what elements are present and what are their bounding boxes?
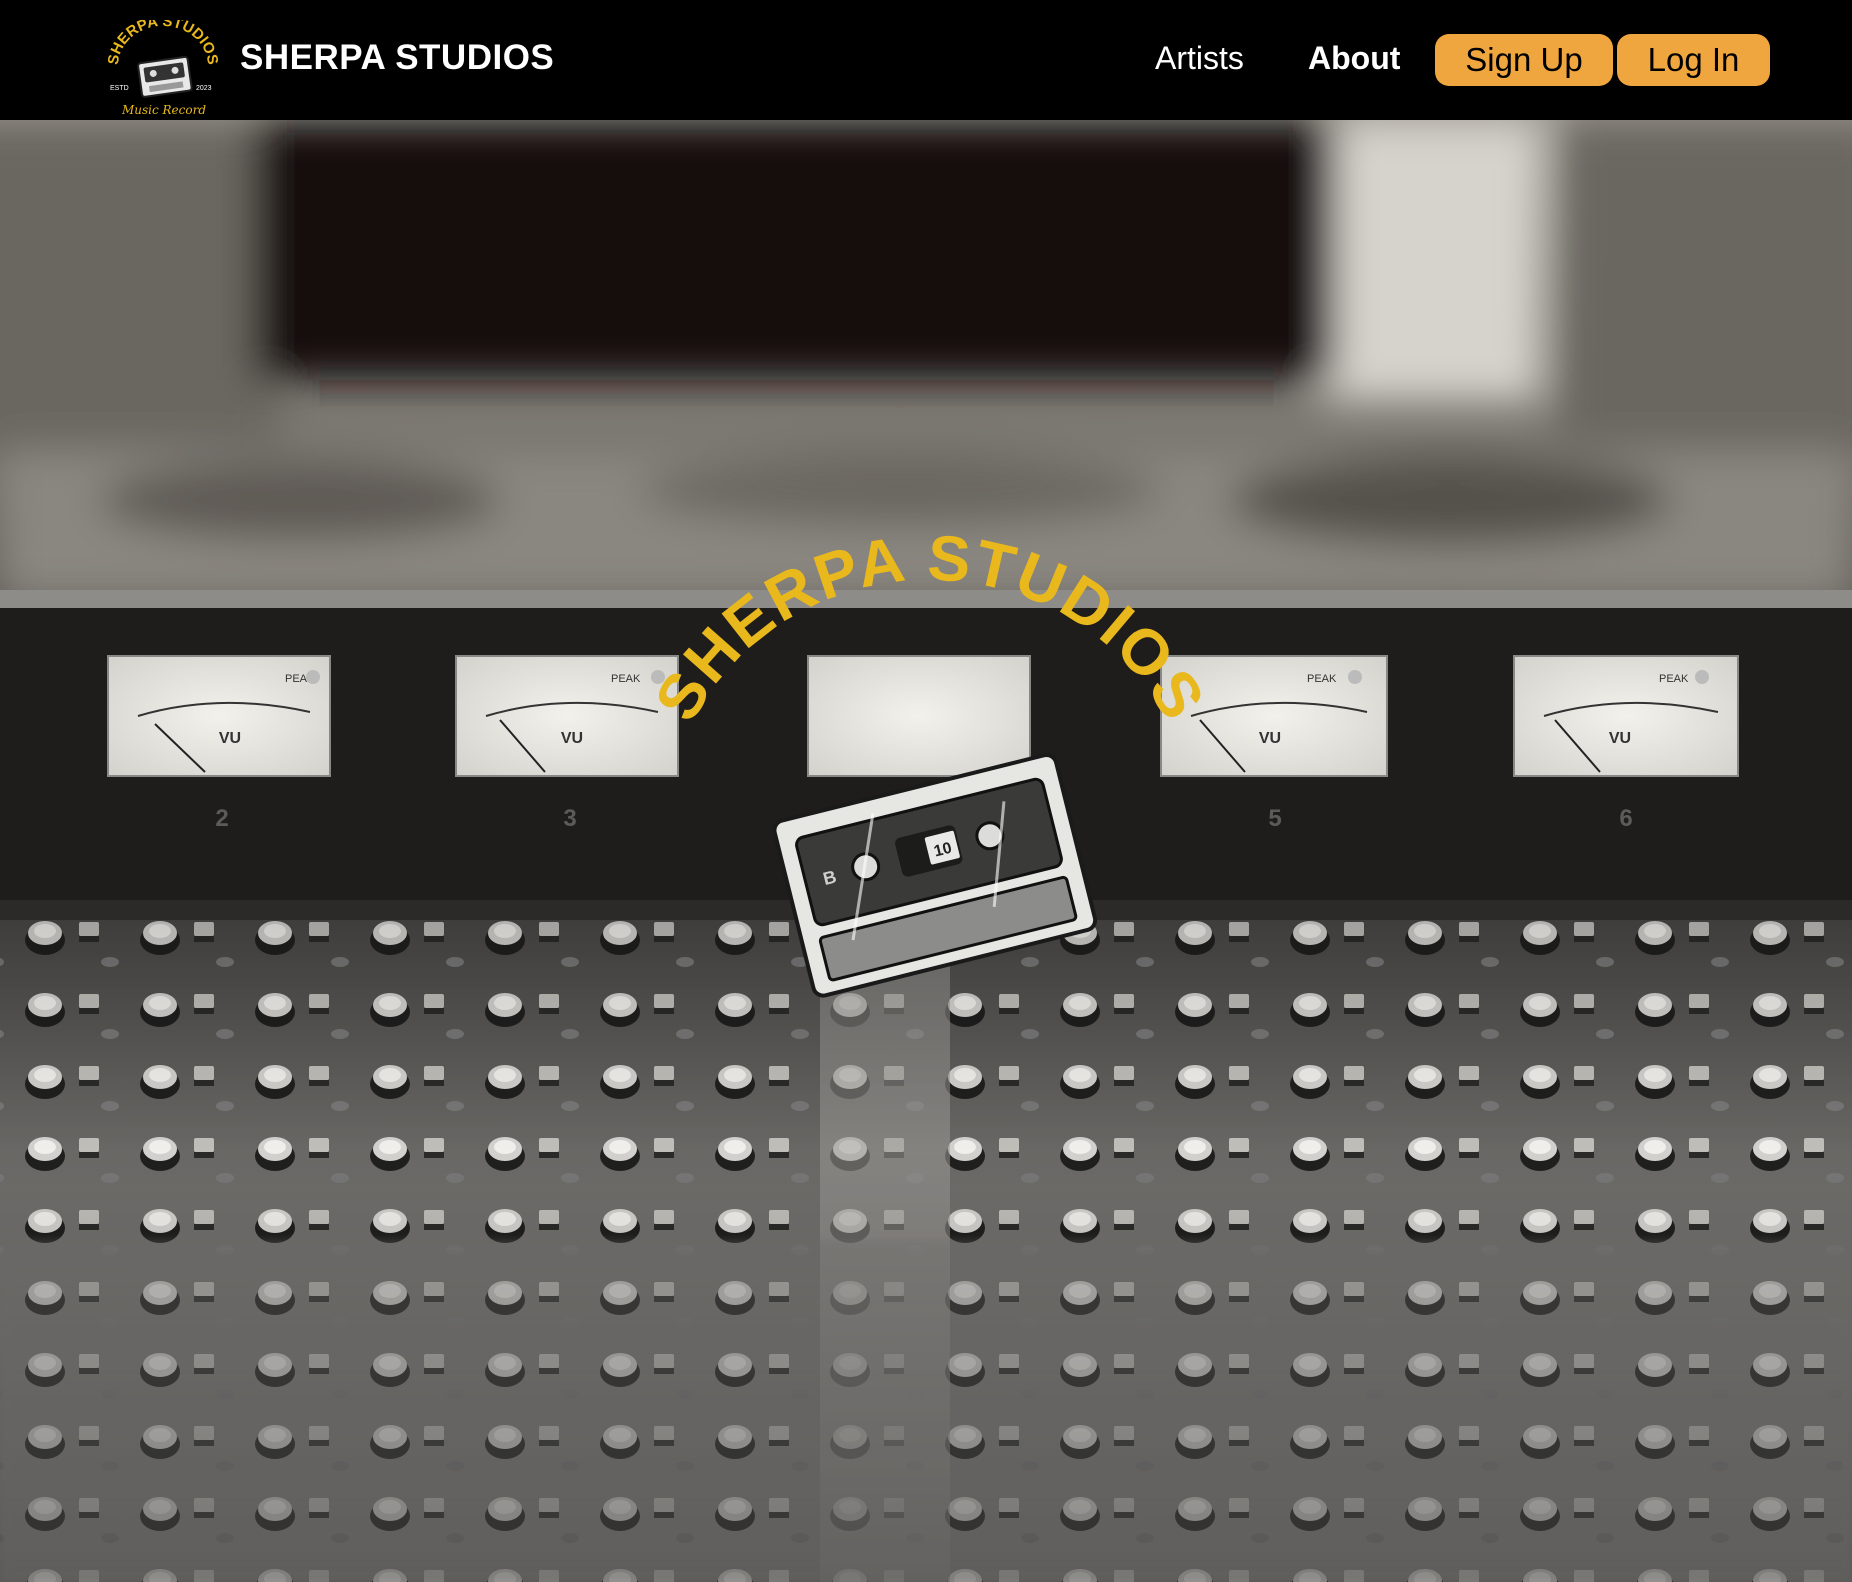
- meter-vu-label: VU: [219, 730, 241, 747]
- meter-number: 2: [215, 805, 228, 832]
- hero-studio-image: PEAK VU 2 PEAK VU 3 PEAK VU 5 PEAK VU 6 …: [0, 120, 1852, 1582]
- meter-number: 5: [1268, 805, 1281, 832]
- meter-peak-label: PEAK: [1307, 673, 1337, 685]
- nav-about-link[interactable]: About: [1308, 40, 1400, 77]
- brand-name[interactable]: SHERPA STUDIOS: [240, 38, 554, 78]
- meter-number: 6: [1619, 805, 1632, 832]
- sign-up-button[interactable]: Sign Up: [1435, 34, 1613, 86]
- logo-year-text: 2023: [196, 85, 212, 92]
- cassette-logo-icon: SHERPA STUDIOS ESTD 2023 Music Record: [105, 13, 221, 117]
- vu-meter: [807, 655, 1031, 777]
- hero-section: PEAK VU 2 PEAK VU 3 PEAK VU 5 PEAK VU 6 …: [0, 120, 1852, 1582]
- meter-peak-label: PEAK: [1659, 673, 1689, 685]
- meter-vu-label: VU: [561, 730, 583, 747]
- meter-vu-label: VU: [1259, 730, 1281, 747]
- navbar: SHERPA STUDIOS ESTD 2023 Music Record SH…: [0, 0, 1852, 120]
- meter-number: 3: [563, 805, 576, 832]
- brand-logo[interactable]: SHERPA STUDIOS ESTD 2023 Music Record: [104, 13, 222, 120]
- meter-vu-label: VU: [1609, 730, 1631, 747]
- logo-script-text: Music Record: [121, 103, 206, 117]
- log-in-button[interactable]: Log In: [1617, 34, 1770, 86]
- meter-peak-label: PEAK: [611, 673, 641, 685]
- logo-estd-text: ESTD: [110, 85, 129, 92]
- nav-artists-link[interactable]: Artists: [1155, 40, 1244, 77]
